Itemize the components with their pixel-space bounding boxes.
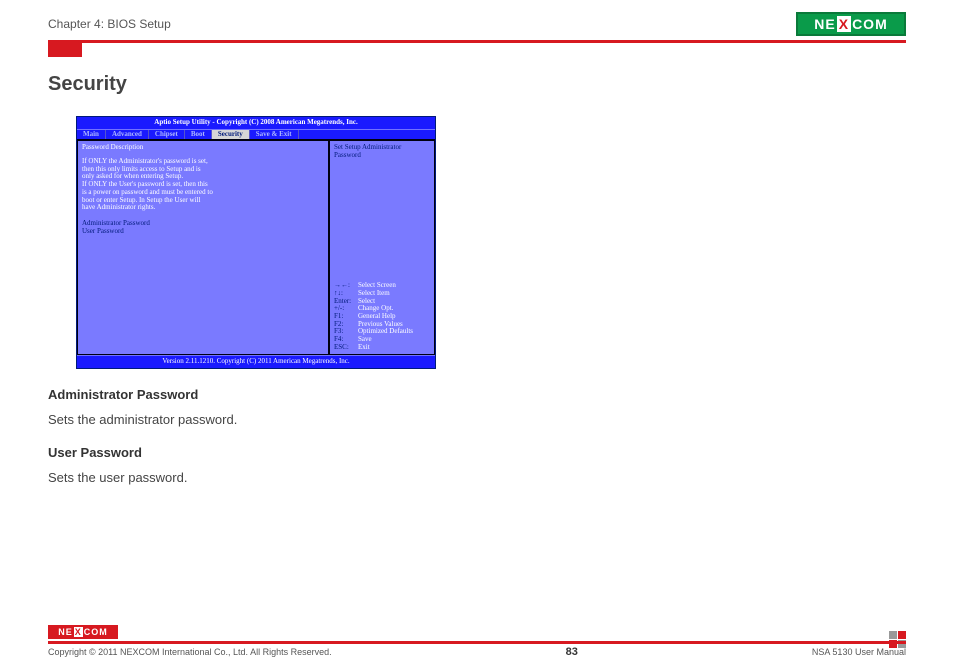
footer-manual-name: NSA 5130 User Manual bbox=[812, 647, 906, 657]
page-header: Chapter 4: BIOS Setup NEXCOM bbox=[0, 0, 954, 40]
bios-tab-main: Main bbox=[77, 130, 106, 140]
bios-tab-security: Security bbox=[212, 130, 250, 140]
logo-text-left: NE bbox=[814, 16, 835, 32]
bios-key-hint: ESC:Exit bbox=[334, 344, 430, 352]
logo-text-right: COM bbox=[852, 16, 888, 32]
header-tab-accent bbox=[48, 43, 82, 57]
bios-tabs: MainAdvancedChipsetBootSecuritySave & Ex… bbox=[77, 129, 435, 141]
nexcom-logo: NEXCOM bbox=[796, 12, 906, 36]
bios-left-panel: Password Description If ONLY the Adminis… bbox=[77, 140, 329, 355]
content-area: Security Aptio Setup Utility - Copyright… bbox=[0, 43, 954, 485]
header-rule bbox=[48, 40, 906, 43]
desc-user-password: Sets the user password. bbox=[48, 470, 906, 485]
page-number: 83 bbox=[566, 646, 578, 658]
footer-row: Copyright © 2011 NEXCOM International Co… bbox=[48, 646, 906, 658]
bios-item-user-password: User Password bbox=[82, 228, 324, 236]
bios-key-hint: F3:Optimized Defaults bbox=[334, 328, 430, 336]
page-footer: NEXCOM Copyright © 2011 NEXCOM Internati… bbox=[0, 625, 954, 658]
bios-left-heading: Password Description bbox=[82, 144, 324, 152]
bios-tab-save-exit: Save & Exit bbox=[250, 130, 299, 140]
bios-key-hints: →←:Select Screen↑↓:Select ItemEnter:Sele… bbox=[334, 282, 430, 351]
logo-x: X bbox=[837, 16, 851, 32]
bios-version-footer: Version 2.11.1210. Copyright (C) 2011 Am… bbox=[77, 355, 435, 368]
bios-right-hint-top: Set Setup Administrator Password bbox=[334, 144, 430, 159]
subheading-admin-password: Administrator Password bbox=[48, 387, 906, 402]
bios-key-hint-key: ESC: bbox=[334, 344, 358, 352]
bios-tab-boot: Boot bbox=[185, 130, 212, 140]
footer-rule bbox=[48, 641, 906, 644]
footer-logo-x: X bbox=[74, 627, 83, 637]
chapter-title: Chapter 4: BIOS Setup bbox=[48, 17, 171, 31]
bios-right-hint-line: Password bbox=[334, 152, 430, 160]
bios-key-hint-value: Exit bbox=[358, 343, 370, 351]
bios-title-bar: Aptio Setup Utility - Copyright (C) 2008… bbox=[77, 117, 435, 129]
footer-logo-right: COM bbox=[84, 627, 108, 637]
bios-body: Password Description If ONLY the Adminis… bbox=[77, 140, 435, 355]
subheading-user-password: User Password bbox=[48, 445, 906, 460]
bios-tab-advanced: Advanced bbox=[106, 130, 149, 140]
footer-logo: NEXCOM bbox=[48, 625, 118, 639]
desc-admin-password: Sets the administrator password. bbox=[48, 412, 906, 427]
bios-desc-line: have Administrator rights. bbox=[82, 204, 324, 212]
section-title: Security bbox=[48, 73, 906, 96]
bios-right-panel: Set Setup Administrator Password →←:Sele… bbox=[329, 140, 435, 355]
bios-screenshot: Aptio Setup Utility - Copyright (C) 2008… bbox=[76, 116, 436, 369]
footer-copyright: Copyright © 2011 NEXCOM International Co… bbox=[48, 647, 332, 657]
footer-logo-left: NE bbox=[58, 627, 73, 637]
bios-tab-chipset: Chipset bbox=[149, 130, 185, 140]
